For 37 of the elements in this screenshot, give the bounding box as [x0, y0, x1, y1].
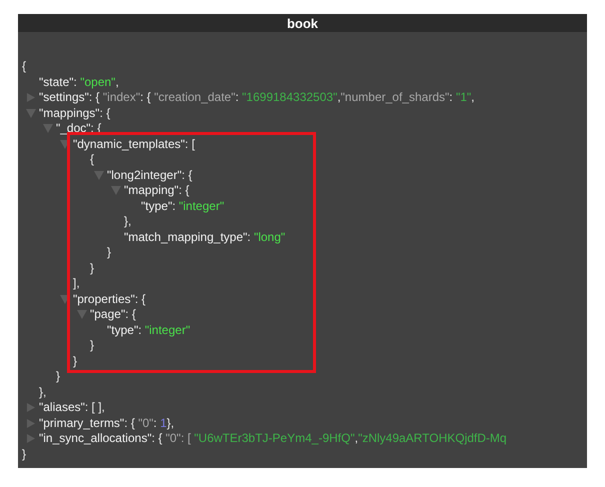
code-line: "aliases": [ ], [39, 400, 105, 416]
code-line: "in_sync_allocations": { "0": [ "U6wTEr3bTJ-PeYm4_-9HfQ","zNly49aARTOHKQjdfD-Mq [39, 431, 507, 446]
code-line: "state": "open", [39, 74, 119, 90]
caret-right-icon[interactable] [26, 418, 36, 428]
caret-down-icon[interactable] [77, 310, 87, 320]
dialog-title: book [286, 16, 318, 30]
code-line: "mapping": { [124, 183, 190, 198]
caret-down-icon[interactable] [43, 124, 53, 134]
code-line: "properties": { [73, 292, 146, 307]
caret-right-icon[interactable] [26, 403, 36, 412]
code-line: "match_mapping_type": "long" [124, 230, 286, 245]
code-line: "dynamic_templates": [ [73, 136, 195, 152]
code-line: "type": "integer" [107, 322, 190, 338]
code-line: "primary_terms": { "0": 1}, [39, 416, 174, 431]
code-line: "long2integer": { [107, 168, 192, 183]
code-line: "page": { [90, 307, 136, 322]
code-line: }, [39, 384, 46, 400]
code-line: } [90, 338, 94, 354]
caret-down-icon[interactable] [26, 108, 36, 118]
caret-right-icon[interactable] [26, 434, 36, 444]
code-line: } [90, 260, 94, 276]
code-line: }, [124, 214, 132, 230]
code-line: "type": "integer" [141, 198, 224, 214]
caret-down-icon[interactable] [60, 140, 70, 149]
code-line: } [22, 446, 26, 462]
code-line: "mappings": { [39, 106, 110, 121]
caret-down-icon[interactable] [60, 294, 70, 304]
code-line: } [56, 369, 60, 384]
code-line: } [107, 245, 112, 260]
code-line: } [73, 354, 78, 369]
caret-down-icon[interactable] [111, 186, 121, 196]
caret-right-icon[interactable] [26, 93, 36, 102]
code-line: { [90, 152, 94, 168]
code-line: ], [73, 276, 80, 292]
caret-down-icon[interactable] [94, 170, 104, 180]
code-line: "settings": { "index": { "creation_date": "1699184332503","number_of_shards": "1", [39, 90, 474, 106]
code-line: { [22, 59, 26, 74]
